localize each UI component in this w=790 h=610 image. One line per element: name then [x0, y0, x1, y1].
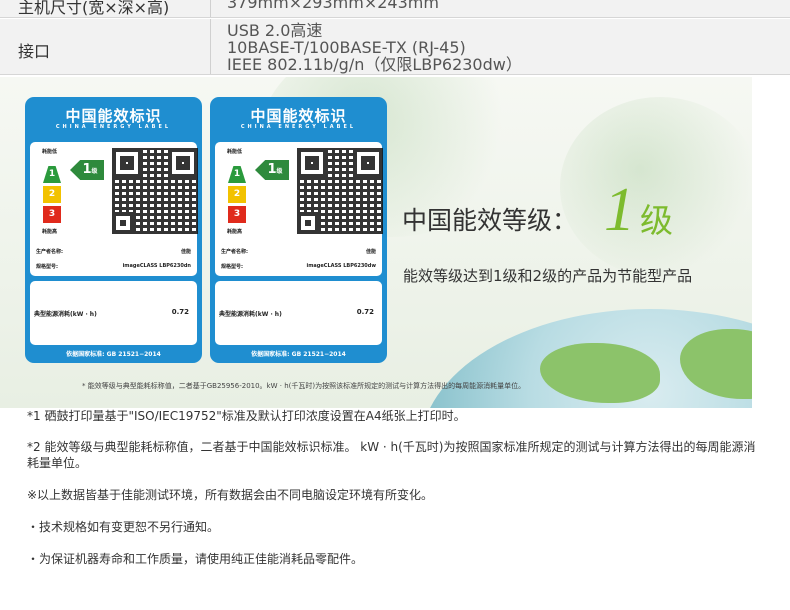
manufacturer-value: 佳能 — [180, 249, 191, 255]
globe-land — [540, 343, 660, 403]
model-label: 规格型号: — [36, 264, 58, 270]
energy-label-banner: 中国能效标识 CHINA ENERGY LABEL 耗能低 1 2 3 耗能高 … — [0, 77, 752, 408]
consumption-value: 0.72 — [171, 308, 189, 316]
spec-key: 接口 — [18, 42, 51, 61]
label-consumption-panel: 典型能源消耗(kW · h) 0.72 — [30, 281, 197, 345]
qr-code-icon — [297, 148, 383, 234]
low-consumption-text: 耗能低 — [227, 149, 243, 155]
grade-unit: 级 — [91, 168, 98, 175]
spec-row-dimensions: 主机尺寸(宽×深×高) 379mm×293mm×243mm — [0, 0, 790, 18]
spec-key: 主机尺寸(宽×深×高) — [18, 0, 170, 17]
grade-number: 1 — [82, 162, 92, 177]
consumption-label: 典型能源消耗(kW · h) — [219, 311, 282, 318]
energy-label-card-dn: 中国能效标识 CHINA ENERGY LABEL 耗能低 1 2 3 耗能高 … — [25, 97, 202, 363]
consumption-label: 典型能源消耗(kW · h) — [34, 311, 97, 318]
grade-indicator-arrow: 1级 — [70, 160, 104, 180]
banner-footnote: * 能效等级与典型能耗标称值，二者基于GB25956-2010。kW · h(千… — [82, 382, 526, 390]
globe-land — [680, 329, 752, 399]
label-subtitle: CHINA ENERGY LABEL — [240, 124, 357, 130]
footnote-genuine-parts: ・为保证机器寿命和工作质量，请使用纯正佳能消耗品零配件。 — [27, 552, 364, 566]
grade-big-number: 1 — [604, 176, 635, 244]
label-title: 中国能效标识 — [65, 107, 162, 125]
grade-indicator-arrow: 1级 — [255, 160, 289, 180]
leaf-decoration — [560, 97, 752, 277]
label-subtitle: CHINA ENERGY LABEL — [55, 124, 172, 130]
footnote-2: *2 能效等级与典型能耗标称值，二者基于中国能效标识标准。 kW · h(千瓦时… — [27, 440, 756, 470]
label-consumption-panel: 典型能源消耗(kW · h) 0.72 — [215, 281, 382, 345]
grade-big-unit: 级 — [640, 201, 673, 240]
qr-code-icon — [112, 148, 198, 234]
manufacturer-label: 生产者名称: — [36, 249, 64, 255]
grade-heading: 中国能效等级： — [402, 206, 578, 235]
spec-value-list: USB 2.0高速 10BASE-T/100BASE-TX (RJ-45) IE… — [227, 22, 522, 73]
grade-description: 能效等级达到1级和2级的产品为节能型产品 — [403, 267, 693, 285]
spec-value: 379mm×293mm×243mm — [227, 0, 439, 12]
grade-bar-2: 2 — [228, 186, 246, 203]
grade-unit: 级 — [276, 168, 283, 175]
grade-bar-1: 1 — [43, 166, 61, 183]
grade-number: 1 — [267, 162, 277, 177]
model-value: imageCLASS LBP6230dn — [122, 263, 191, 269]
low-consumption-text: 耗能低 — [42, 149, 58, 155]
grade-bar-3: 3 — [228, 206, 246, 223]
grade-bar-1: 1 — [228, 166, 246, 183]
spec-value: 10BASE-T/100BASE-TX (RJ-45) — [227, 38, 466, 57]
footnote-1: *1 硒鼓打印量基于"ISO/IEC19752"标准及默认打印浓度设置在A4纸张… — [27, 409, 466, 423]
column-divider — [210, 19, 211, 74]
model-value: imageCLASS LBP6230dw — [306, 263, 377, 269]
spec-row-interface: 接口 USB 2.0高速 10BASE-T/100BASE-TX (RJ-45)… — [0, 19, 790, 75]
high-consumption-text: 耗能高 — [42, 229, 58, 235]
footnote-disclaimer: ※以上数据皆基于佳能测试环境，所有数据会由不同电脑设定环境有所变化。 — [27, 488, 434, 502]
label-footer: 依据国家标准: GB 21521−2014 — [251, 351, 346, 358]
column-divider — [210, 0, 211, 17]
manufacturer-value: 佳能 — [365, 249, 376, 255]
spec-value: IEEE 802.11b/g/n（仅限LBP6230dw） — [227, 55, 522, 74]
spec-value: USB 2.0高速 — [227, 21, 323, 40]
consumption-value: 0.72 — [356, 308, 374, 316]
footnote-spec-change: ・技术规格如有变更恕不另行通知。 — [27, 520, 220, 534]
label-footer: 依据国家标准: GB 21521−2014 — [66, 351, 161, 358]
grade-bar-3: 3 — [43, 206, 61, 223]
manufacturer-label: 生产者名称: — [221, 249, 249, 255]
model-label: 规格型号: — [221, 264, 243, 270]
high-consumption-text: 耗能高 — [227, 229, 243, 235]
grade-bar-2: 2 — [43, 186, 61, 203]
label-grade-panel: 耗能低 1 2 3 耗能高 1级 生产者名称: 佳能 规格型号: imageCL… — [215, 142, 383, 276]
label-grade-panel: 耗能低 1 2 3 耗能高 1级 生产者名称: 佳能 规格型号: imageCL… — [30, 142, 198, 276]
globe-image — [420, 309, 752, 408]
label-title: 中国能效标识 — [250, 107, 347, 125]
energy-label-card-dw: 中国能效标识 CHINA ENERGY LABEL 耗能低 1 2 3 耗能高 … — [210, 97, 387, 363]
